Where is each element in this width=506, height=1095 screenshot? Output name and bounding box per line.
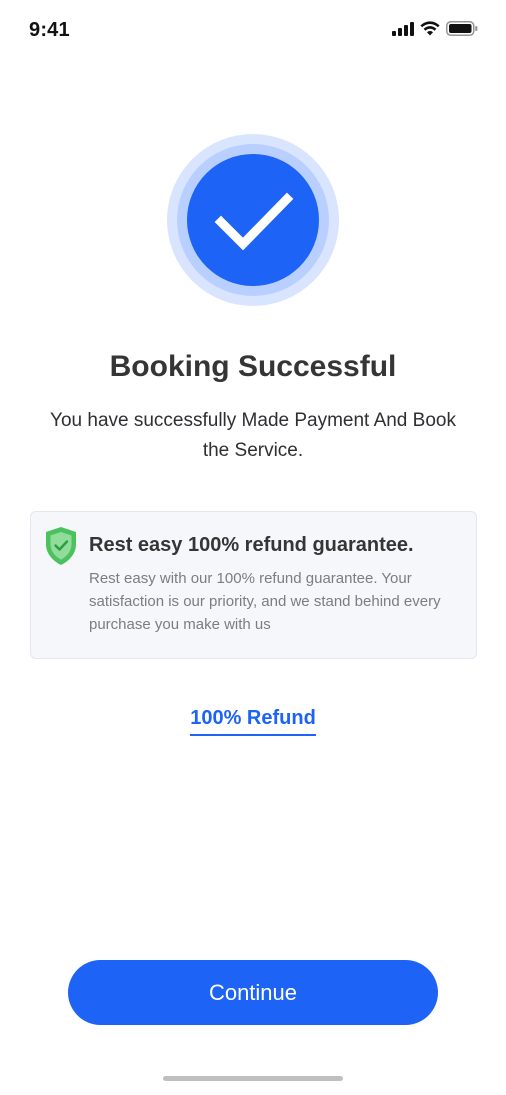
refund-link[interactable]: 100% Refund bbox=[190, 707, 316, 736]
signal-icon bbox=[392, 21, 414, 36]
success-badge bbox=[167, 134, 339, 306]
refund-link-container: 100% Refund bbox=[0, 707, 506, 736]
home-indicator[interactable] bbox=[163, 1076, 343, 1081]
status-icons bbox=[392, 21, 478, 36]
check-icon bbox=[214, 192, 294, 251]
success-message: You have successfully Made Payment And B… bbox=[50, 410, 456, 461]
continue-button[interactable]: Continue bbox=[68, 960, 438, 1025]
battery-icon bbox=[446, 21, 478, 36]
refund-guarantee-card: Rest easy 100% refund guarantee. Rest ea… bbox=[30, 511, 477, 659]
status-time: 9:41 bbox=[29, 19, 70, 41]
wifi-icon bbox=[420, 21, 440, 36]
shield-check-icon bbox=[46, 527, 76, 565]
guarantee-title: Rest easy 100% refund guarantee. bbox=[89, 534, 414, 556]
status-bar: 9:41 bbox=[0, 0, 506, 66]
guarantee-description: Rest easy with our 100% refund guarantee… bbox=[89, 570, 441, 633]
page-title: Booking Successful bbox=[109, 350, 397, 383]
